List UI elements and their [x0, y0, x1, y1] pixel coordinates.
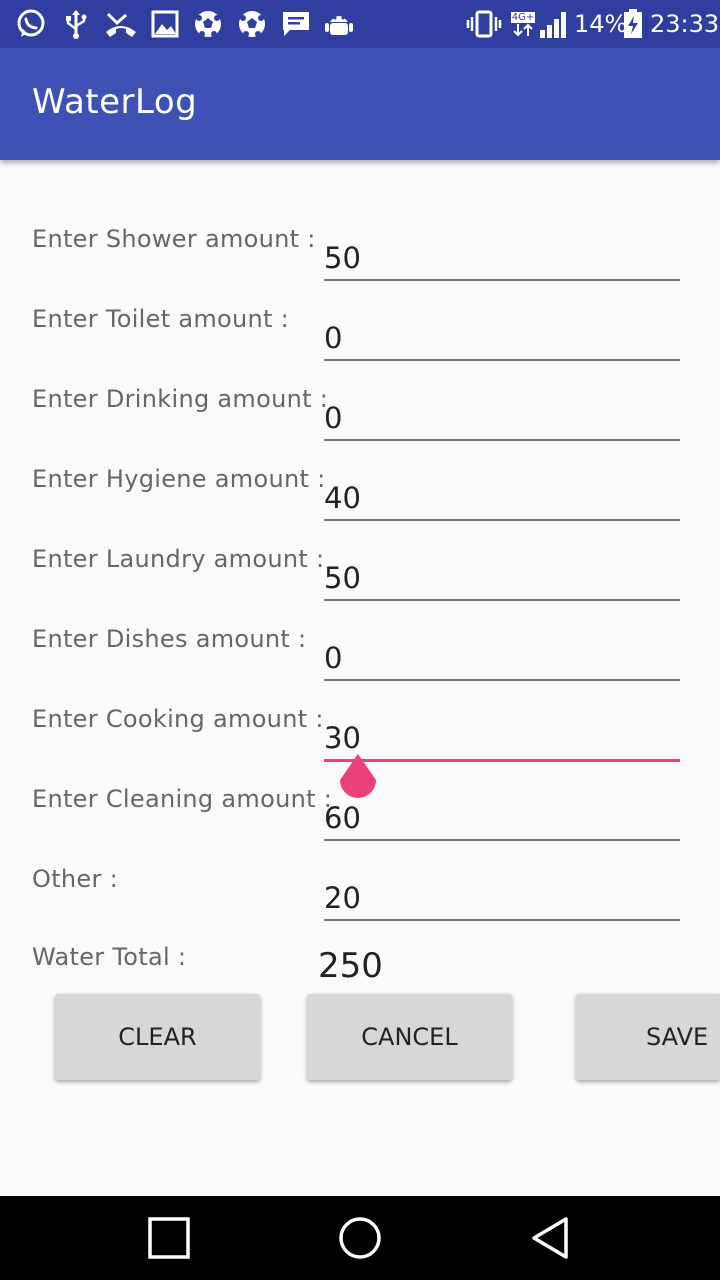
battery-icon: [622, 9, 644, 38]
drinking-amount-input[interactable]: [324, 396, 680, 441]
water-total-label: Water Total :: [32, 943, 187, 971]
dishes-label: Enter Dishes amount :: [32, 625, 307, 653]
laundry-label: Enter Laundry amount :: [32, 545, 325, 573]
toilet-label: Enter Toilet amount :: [32, 305, 290, 333]
other-label: Other :: [32, 865, 118, 893]
toilet-amount-input[interactable]: [324, 316, 680, 361]
image-icon: [150, 10, 180, 38]
cancel-button[interactable]: CANCEL: [307, 994, 512, 1080]
app-title: WaterLog: [32, 82, 198, 122]
missed-call-icon: [104, 10, 138, 38]
cleaning-label: Enter Cleaning amount :: [32, 785, 333, 813]
message-icon: [281, 10, 311, 38]
navigation-bar: [0, 1196, 720, 1280]
soccer-ball-icon: [192, 10, 224, 38]
android-icon: [324, 10, 354, 38]
home-icon[interactable]: [330, 1210, 390, 1266]
cleaning-amount-input[interactable]: [324, 796, 680, 841]
hygiene-amount-input[interactable]: [324, 476, 680, 521]
hygiene-label: Enter Hygiene amount :: [32, 465, 326, 493]
status-bar: 4G+ 14% 23:33: [0, 0, 720, 48]
recent-apps-icon[interactable]: [139, 1210, 199, 1266]
drinking-label: Enter Drinking amount :: [32, 385, 329, 413]
vibrate-icon: [466, 10, 502, 38]
water-total-value: 250: [318, 946, 383, 986]
battery-percent: 14%: [574, 10, 628, 38]
shower-amount-input[interactable]: [324, 236, 680, 281]
back-icon[interactable]: [520, 1210, 580, 1266]
other-amount-input[interactable]: [324, 876, 680, 921]
save-button[interactable]: SAVE: [576, 994, 720, 1080]
text-cursor-handle[interactable]: [338, 754, 378, 802]
clear-button[interactable]: CLEAR: [55, 994, 260, 1080]
app-bar: WaterLog: [0, 48, 720, 160]
dishes-amount-input[interactable]: [324, 636, 680, 681]
soccer-ball-icon: [236, 10, 268, 38]
network-icon: 4G+: [508, 10, 538, 38]
cooking-label: Enter Cooking amount :: [32, 705, 324, 733]
network-label: 4G+: [510, 11, 536, 23]
shower-label: Enter Shower amount :: [32, 225, 316, 253]
clock: 23:33: [650, 10, 720, 38]
usb-icon: [62, 10, 90, 39]
signal-icon: [538, 10, 570, 38]
laundry-amount-input[interactable]: [324, 556, 680, 601]
whatsapp-icon: [14, 9, 48, 38]
